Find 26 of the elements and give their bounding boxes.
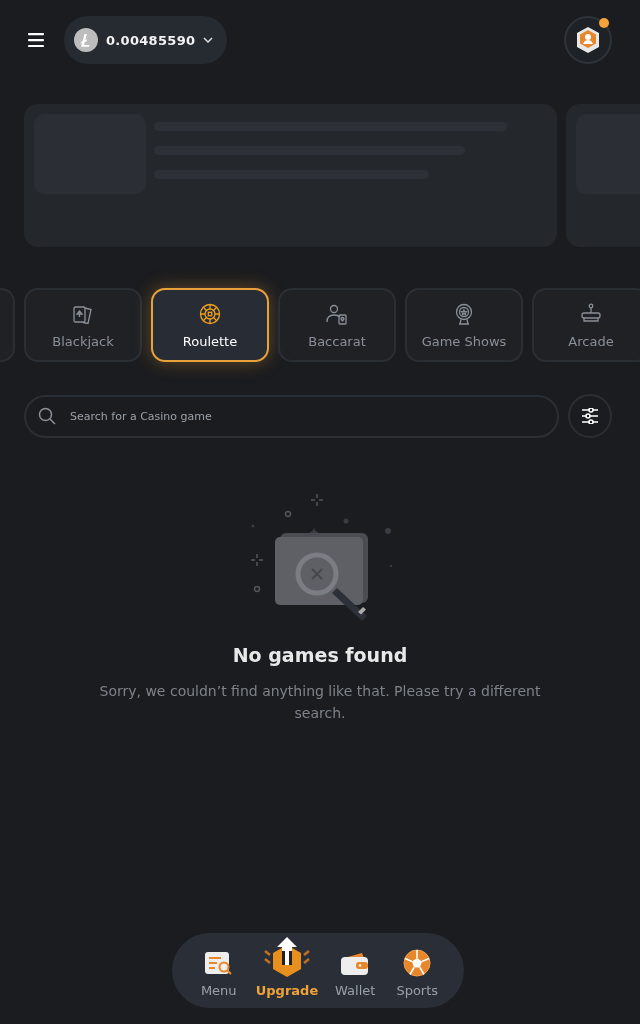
nav-tab[interactable]: Wallet bbox=[326, 951, 385, 998]
category-tab[interactable]: Game Shows bbox=[405, 288, 523, 362]
wallet-icon bbox=[340, 951, 371, 977]
search-icon bbox=[38, 407, 56, 425]
list-search-icon bbox=[203, 951, 234, 977]
avatar-icon bbox=[575, 26, 601, 54]
soccer-ball-icon bbox=[403, 949, 432, 977]
category-tab[interactable]: Roulette bbox=[151, 288, 269, 362]
chevron-down-icon bbox=[203, 37, 214, 43]
balance-selector[interactable]: 0.00485590 bbox=[64, 16, 228, 64]
roulette-wheel-icon bbox=[198, 301, 222, 326]
upgrade-arrow-icon bbox=[262, 937, 312, 977]
menu-icon[interactable] bbox=[26, 31, 46, 49]
search-field[interactable]: Search for a Casino game bbox=[24, 395, 559, 438]
category-tab[interactable]: Blackjack bbox=[24, 288, 142, 362]
empty-state-title: No games found bbox=[232, 644, 408, 666]
filter-icon bbox=[581, 408, 599, 424]
filter-button[interactable] bbox=[568, 394, 612, 438]
category-tab[interactable]: Baccarat bbox=[278, 288, 396, 362]
nav-tab[interactable]: Sports bbox=[388, 949, 447, 998]
category-tab[interactable]: Arcade bbox=[532, 288, 640, 362]
nav-tab[interactable]: Menu bbox=[189, 951, 248, 998]
nav-tab[interactable]: Upgrade bbox=[251, 937, 323, 998]
avatar-button[interactable] bbox=[564, 16, 612, 64]
empty-state-message: Sorry, we couldn’t find anything like that. Please try a different search. bbox=[98, 682, 542, 723]
coin-icon bbox=[74, 28, 98, 52]
